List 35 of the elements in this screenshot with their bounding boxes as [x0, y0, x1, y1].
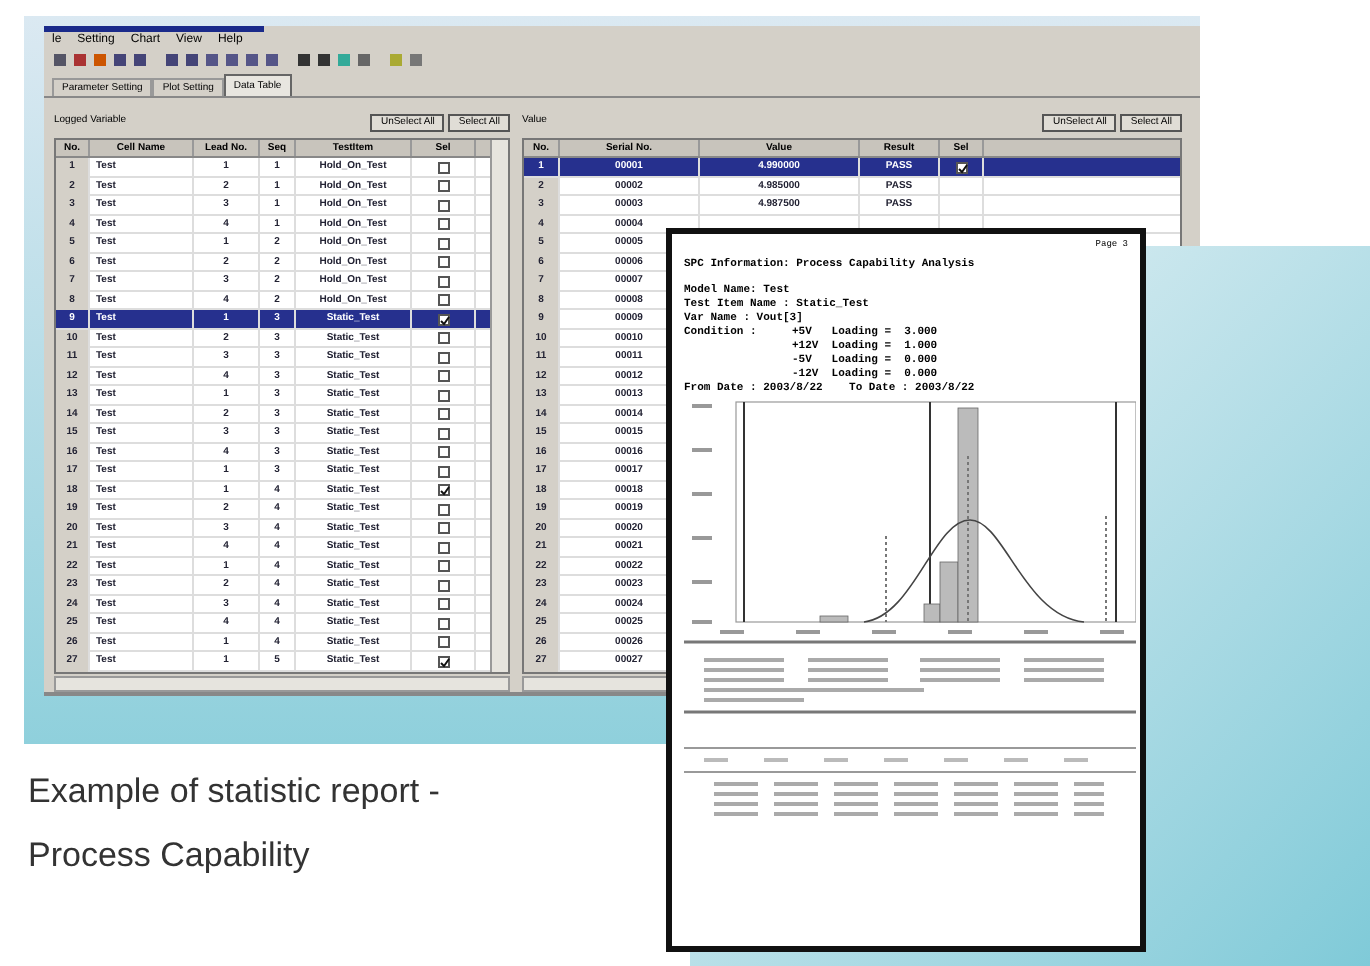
dashed-marker-line	[885, 535, 887, 623]
checkbox[interactable]	[437, 617, 449, 630]
scrollbar[interactable]	[490, 140, 508, 672]
checkbox[interactable]	[437, 313, 449, 326]
checkbox[interactable]	[437, 237, 449, 250]
checkbox[interactable]	[437, 655, 449, 668]
dashed-marker-line	[1105, 515, 1107, 623]
checkbox[interactable]	[437, 522, 449, 535]
checkbox[interactable]	[437, 541, 449, 554]
caption-text: Process Capability	[28, 834, 312, 878]
checkbox[interactable]	[437, 370, 449, 383]
checkbox[interactable]	[437, 484, 449, 497]
caption-text: Example of statistic report -	[28, 770, 440, 814]
checkbox[interactable]	[437, 446, 449, 459]
checkbox[interactable]	[437, 598, 449, 611]
checkbox[interactable]	[437, 294, 449, 307]
checkbox[interactable]	[437, 199, 449, 212]
checkbox[interactable]	[437, 560, 449, 573]
checkbox[interactable]	[437, 161, 449, 174]
checkbox[interactable]	[437, 579, 449, 592]
checkbox[interactable]	[437, 180, 449, 193]
checkbox[interactable]	[437, 275, 449, 288]
checkbox[interactable]	[437, 256, 449, 269]
histogram-bar	[819, 615, 849, 623]
checkbox[interactable]	[437, 389, 449, 402]
checkbox[interactable]	[437, 218, 449, 231]
checkbox[interactable]	[437, 636, 449, 649]
checkbox[interactable]	[437, 408, 449, 421]
checkbox[interactable]	[437, 351, 449, 364]
checkbox[interactable]	[437, 332, 449, 345]
checkbox[interactable]	[955, 161, 967, 174]
checkbox[interactable]	[437, 465, 449, 478]
scrollbar[interactable]	[54, 676, 510, 692]
checkbox[interactable]	[437, 427, 449, 440]
checkbox[interactable]	[437, 503, 449, 516]
